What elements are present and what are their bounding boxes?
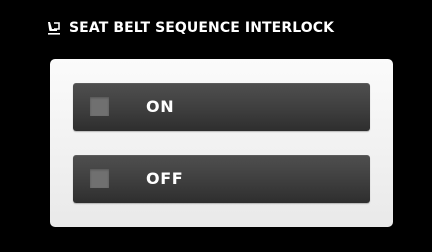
screen-header: SEAT BELT SEQUENCE INTERLOCK <box>46 18 334 38</box>
option-on-button[interactable]: ON <box>73 83 370 131</box>
off-checkbox[interactable] <box>90 169 109 188</box>
screen-title: SEAT BELT SEQUENCE INTERLOCK <box>69 20 335 36</box>
on-checkbox[interactable] <box>90 97 109 116</box>
option-on-label: ON <box>146 97 175 116</box>
option-off-button[interactable]: OFF <box>73 155 370 203</box>
option-off-label: OFF <box>146 169 184 188</box>
seat-belt-icon <box>46 20 62 36</box>
options-panel: ON OFF <box>50 59 393 227</box>
seat-belt-interlock-screen: SEAT BELT SEQUENCE INTERLOCK ON OFF <box>0 0 432 252</box>
